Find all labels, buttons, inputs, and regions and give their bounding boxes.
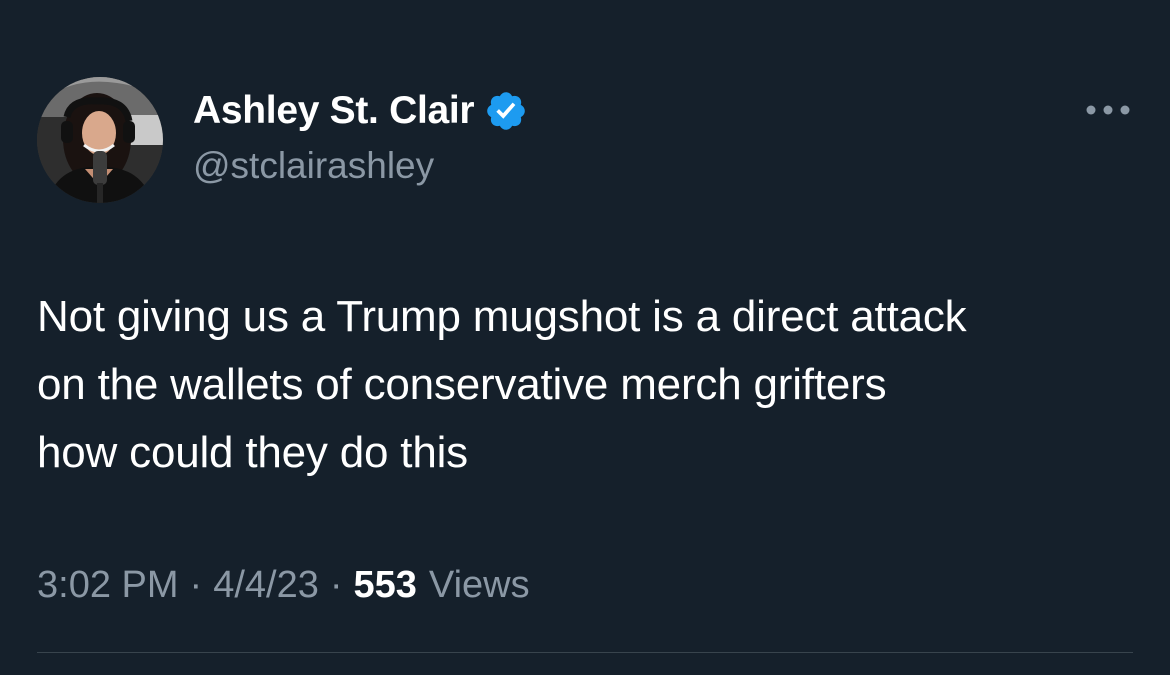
more-horizontal-icon (1086, 105, 1130, 115)
meta-separator: · (189, 564, 203, 606)
views-label[interactable]: Views (429, 564, 530, 607)
view-count[interactable]: 553 (354, 564, 417, 607)
meta-separator: · (329, 564, 343, 606)
author-handle[interactable]: @stclairashley (193, 145, 434, 187)
avatar-image (37, 77, 163, 203)
author-name-row[interactable]: Ashley St. Clair (193, 86, 528, 136)
tweet-time[interactable]: 3:02 PM (37, 564, 179, 607)
more-options-button[interactable] (1082, 96, 1134, 124)
tweet-text: Not giving us a Trump mugshot is a direc… (37, 292, 967, 477)
tweet-card: Ashley St. Clair @stclairashley Not givi… (0, 0, 1170, 675)
tweet-metadata: 3:02 PM · 4/4/23 · 553 Views (37, 564, 530, 607)
verified-badge-icon[interactable] (484, 89, 528, 133)
divider (37, 652, 1133, 653)
avatar[interactable] (37, 77, 163, 203)
tweet-date[interactable]: 4/4/23 (213, 564, 319, 607)
author-display-name[interactable]: Ashley St. Clair (193, 89, 475, 133)
